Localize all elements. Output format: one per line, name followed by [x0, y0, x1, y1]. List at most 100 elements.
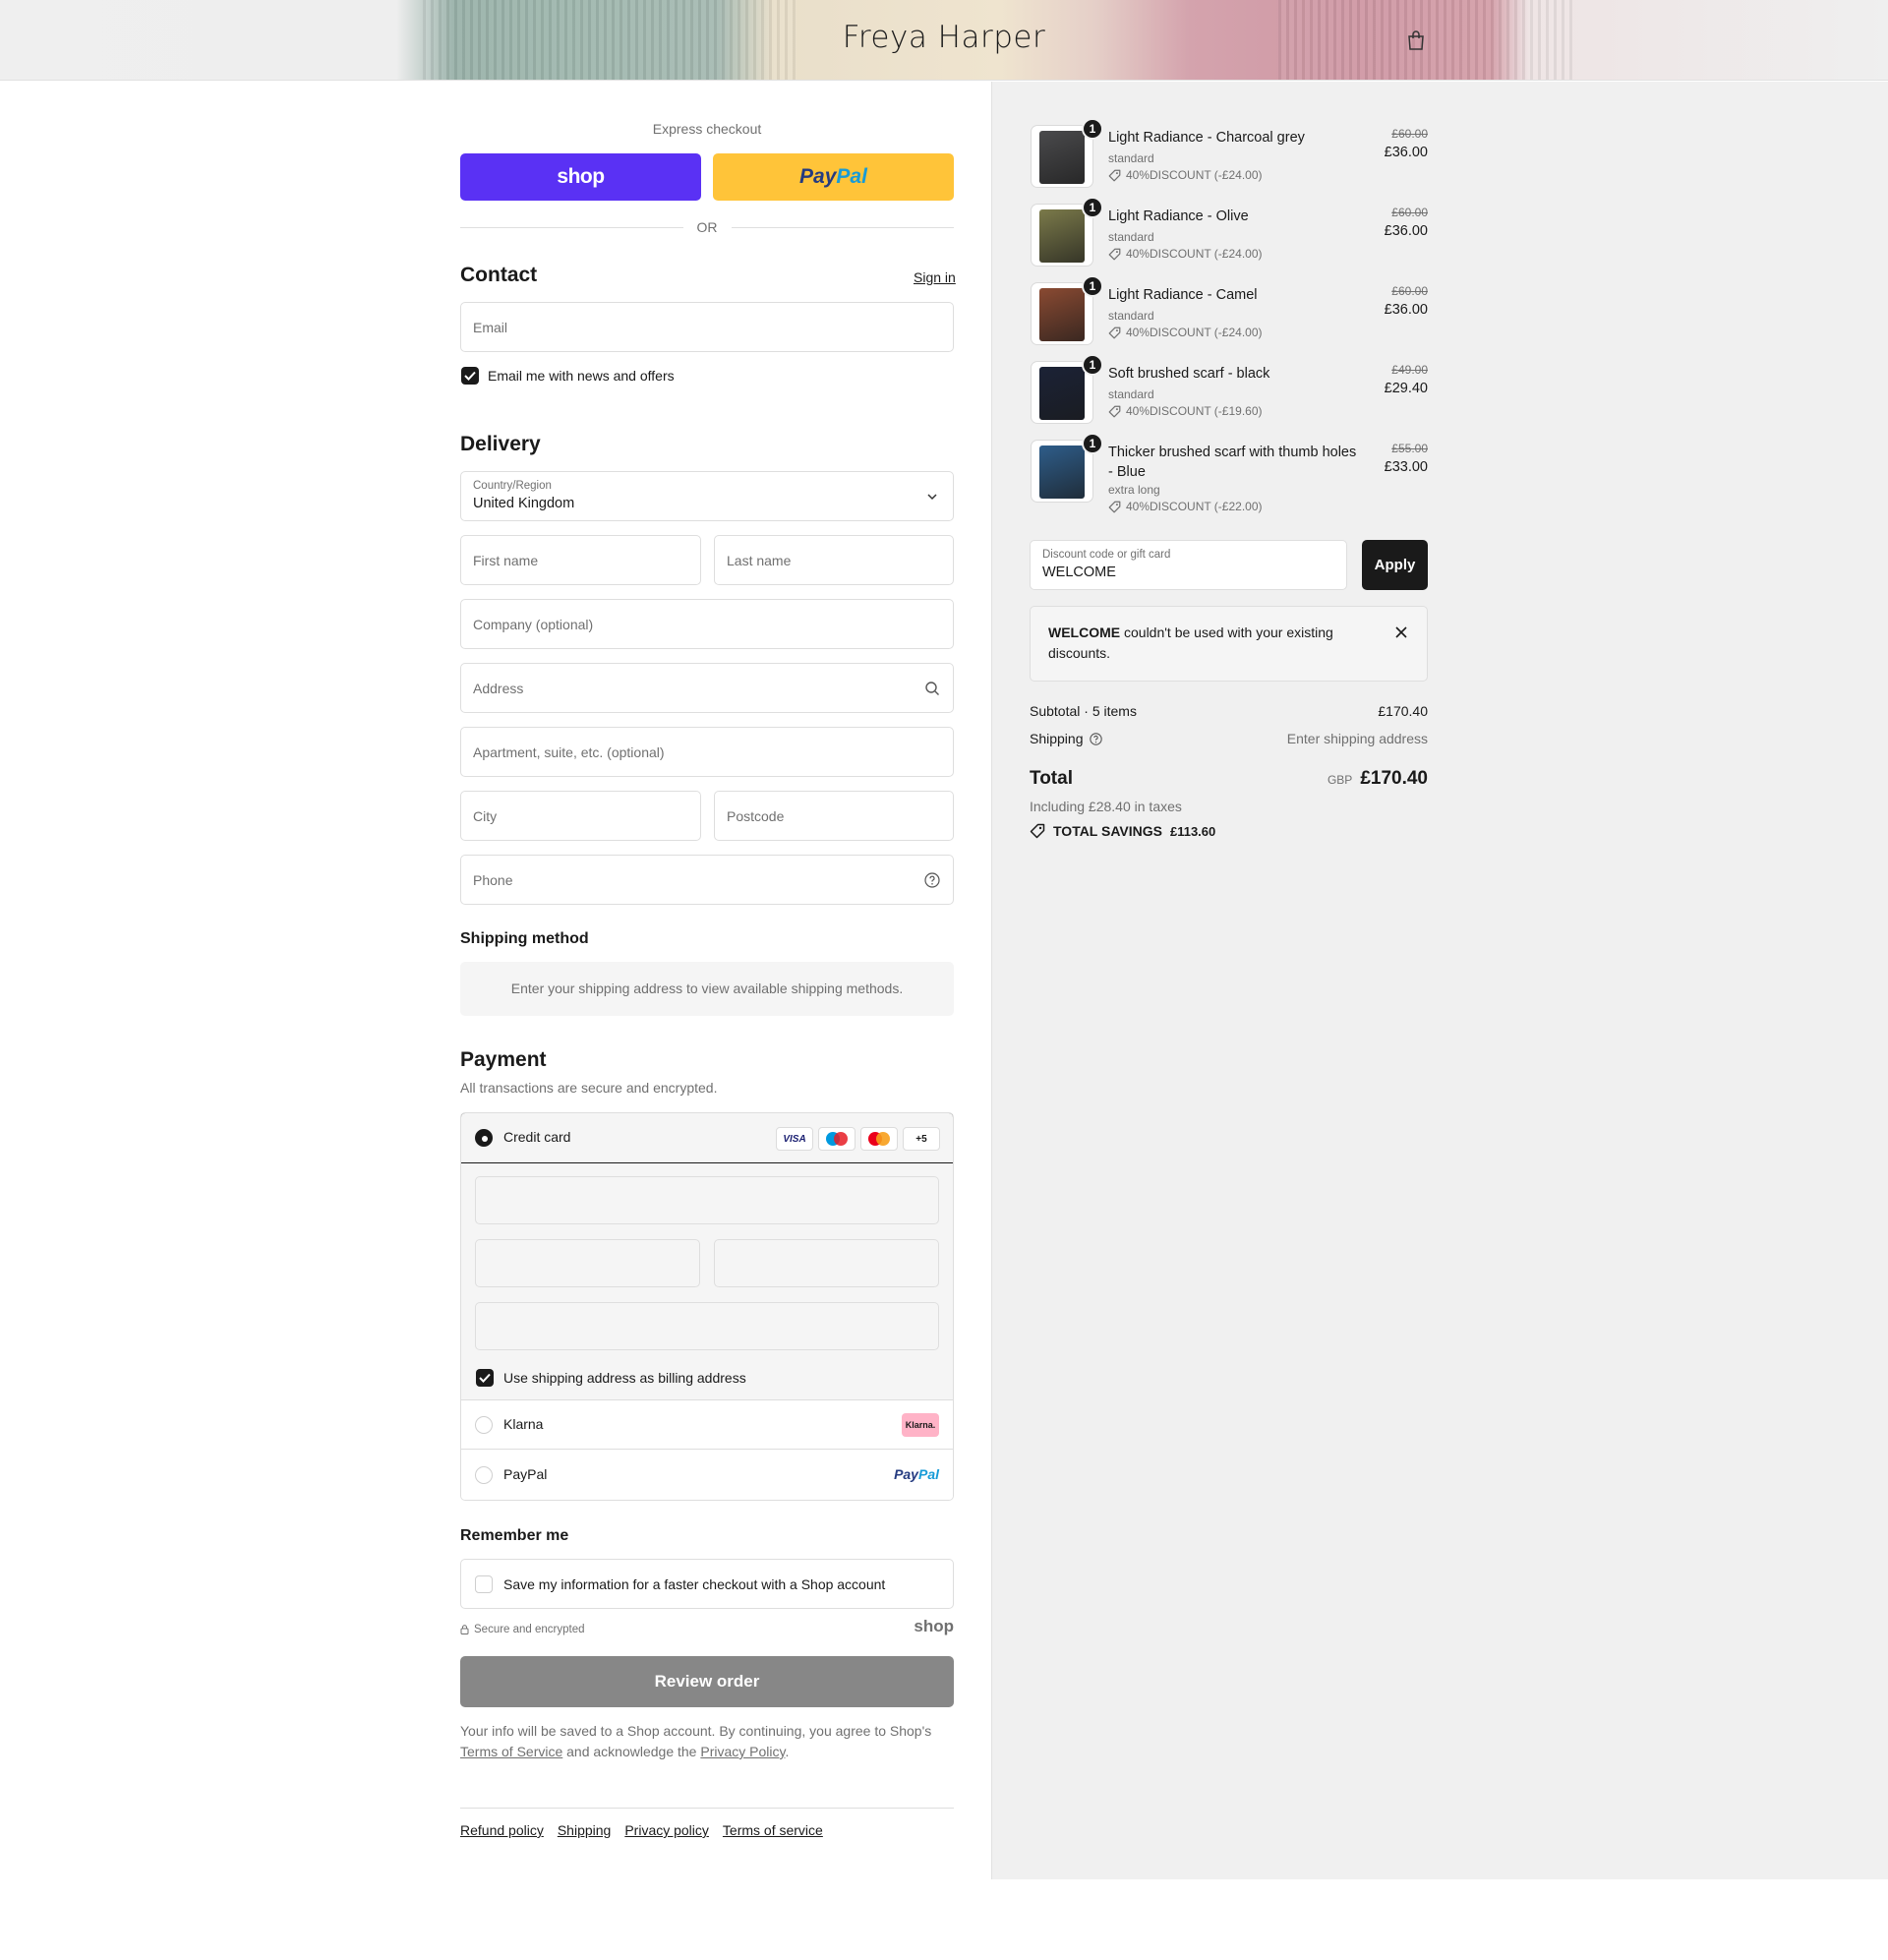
klarna-option[interactable]: Klarna Klarna.: [461, 1400, 953, 1450]
discount-code-field[interactable]: Discount code or gift card WELCOME: [1030, 540, 1347, 590]
currency-code: GBP: [1327, 773, 1353, 787]
total-value-group: GBP £170.40: [1328, 768, 1428, 790]
tag-icon: [1108, 169, 1121, 181]
maestro-icon: [818, 1127, 856, 1151]
klarna-label: Klarna: [503, 1416, 544, 1432]
product-name: Light Radiance - Charcoal grey: [1108, 130, 1305, 146]
save-info-checkbox[interactable]: [475, 1575, 493, 1593]
discounted-price: £36.00: [1384, 223, 1428, 239]
product-discount: 40%DISCOUNT (-£19.60): [1108, 404, 1263, 418]
paypal-option[interactable]: PayPal PayPal: [461, 1451, 953, 1500]
apartment-field[interactable]: Apartment, suite, etc. (optional): [460, 727, 954, 777]
shopping-bag-icon[interactable]: [1406, 30, 1426, 51]
mastercard-icon: [860, 1127, 898, 1151]
original-price: £60.00: [1391, 127, 1428, 141]
total-value: £170.40: [1360, 768, 1428, 789]
terms-of-service-footer-link[interactable]: Terms of service: [723, 1822, 823, 1838]
total-savings: TOTAL SAVINGS £113.60: [1030, 823, 1215, 839]
discounted-price: £29.40: [1384, 381, 1428, 396]
product-variant: standard: [1108, 387, 1154, 401]
discount-code-label: Discount code or gift card: [1042, 549, 1171, 561]
refund-policy-link[interactable]: Refund policy: [460, 1822, 544, 1838]
product-discount-text: 40%DISCOUNT (-£24.00): [1126, 168, 1263, 182]
first-name-placeholder: First name: [473, 553, 539, 568]
header-banner: Freya Harper: [0, 0, 1888, 81]
country-label: Country/Region: [473, 480, 552, 492]
shipping-policy-link[interactable]: Shipping: [558, 1822, 612, 1838]
discount-error-notice: WELCOME couldn't be used with your exist…: [1030, 606, 1428, 682]
product-photo: [1039, 288, 1085, 341]
news-checkbox-label: Email me with news and offers: [488, 368, 675, 384]
product-image: 1: [1031, 354, 1103, 424]
phone-field[interactable]: Phone: [460, 855, 954, 905]
checkmark-icon: [464, 371, 476, 381]
product-variant: standard: [1108, 309, 1154, 323]
delivery-heading: Delivery: [460, 433, 541, 455]
sign-in-link[interactable]: Sign in: [914, 269, 956, 285]
company-placeholder: Company (optional): [473, 617, 594, 632]
product-variant: standard: [1108, 230, 1154, 244]
product-discount: 40%DISCOUNT (-£24.00): [1108, 247, 1263, 261]
legal-text-part: Your info will be saved to a Shop accoun…: [460, 1723, 932, 1739]
billing-checkbox[interactable]: [476, 1369, 494, 1387]
quantity-badge: 1: [1082, 197, 1103, 218]
klarna-radio[interactable]: [475, 1416, 493, 1434]
shop-logo: shop: [914, 1617, 954, 1635]
product-discount-text: 40%DISCOUNT (-£19.60): [1126, 404, 1263, 418]
email-placeholder: Email: [473, 320, 508, 335]
apply-discount-button[interactable]: Apply: [1362, 540, 1428, 590]
klarna-icon: Klarna.: [902, 1413, 939, 1437]
discount-error-code: WELCOME: [1048, 624, 1121, 640]
paypal-express-button[interactable]: Pay Pal: [713, 153, 954, 201]
product-discount: 40%DISCOUNT (-£22.00): [1108, 500, 1263, 513]
order-summary-panel: [991, 82, 1888, 1879]
shipping-row-label: Shipping: [1030, 731, 1102, 746]
review-order-button[interactable]: Review order: [460, 1656, 954, 1707]
company-field[interactable]: Company (optional): [460, 599, 954, 649]
visa-icon: VISA: [776, 1127, 813, 1151]
help-circle-icon[interactable]: [924, 872, 940, 888]
product-photo: [1039, 131, 1085, 184]
original-price: £60.00: [1391, 206, 1428, 219]
card-cvc-field[interactable]: [714, 1239, 939, 1287]
discount-code-value: WELCOME: [1042, 564, 1116, 580]
quantity-badge: 1: [1082, 433, 1103, 454]
address-field[interactable]: Address: [460, 663, 954, 713]
shop-pay-label: shop: [557, 165, 605, 188]
checkmark-icon: [479, 1373, 491, 1383]
news-checkbox[interactable]: [461, 367, 479, 385]
last-name-field[interactable]: Last name: [714, 535, 954, 585]
brand-logo[interactable]: Freya Harper: [0, 20, 1888, 55]
email-field[interactable]: Email: [460, 302, 954, 352]
shipping-method-message: Enter your shipping address to view avai…: [460, 962, 954, 1016]
help-circle-icon[interactable]: [1089, 732, 1102, 745]
card-expiry-field[interactable]: [475, 1239, 700, 1287]
first-name-field[interactable]: First name: [460, 535, 701, 585]
shipping-label: Shipping: [1030, 731, 1084, 746]
postcode-field[interactable]: Postcode: [714, 791, 954, 841]
paypal-radio[interactable]: [475, 1466, 493, 1484]
shop-pay-button[interactable]: shop: [460, 153, 701, 201]
privacy-policy-footer-link[interactable]: Privacy policy: [624, 1822, 709, 1838]
postcode-placeholder: Postcode: [727, 808, 785, 824]
product-photo: [1039, 367, 1085, 420]
original-price: £60.00: [1391, 284, 1428, 298]
country-select[interactable]: Country/Region United Kingdom: [460, 471, 954, 521]
credit-card-radio[interactable]: [475, 1129, 493, 1147]
terms-of-service-link[interactable]: Terms of Service: [460, 1744, 562, 1759]
card-number-field[interactable]: [475, 1176, 939, 1224]
product-image: 1: [1031, 433, 1103, 503]
tag-icon: [1108, 405, 1121, 417]
card-name-field[interactable]: [475, 1302, 939, 1350]
credit-card-option[interactable]: Credit card VISA +5: [461, 1113, 953, 1163]
city-placeholder: City: [473, 808, 498, 824]
or-label: OR: [696, 219, 718, 235]
product-name: Thicker brushed scarf with thumb holes -…: [1108, 445, 1357, 480]
apartment-placeholder: Apartment, suite, etc. (optional): [473, 744, 665, 760]
city-field[interactable]: City: [460, 791, 701, 841]
tag-icon: [1108, 248, 1121, 260]
privacy-policy-link[interactable]: Privacy Policy: [700, 1744, 785, 1759]
close-icon[interactable]: [1394, 625, 1408, 639]
paypal-logo-part: Pay: [894, 1466, 918, 1482]
tag-icon: [1108, 327, 1121, 338]
